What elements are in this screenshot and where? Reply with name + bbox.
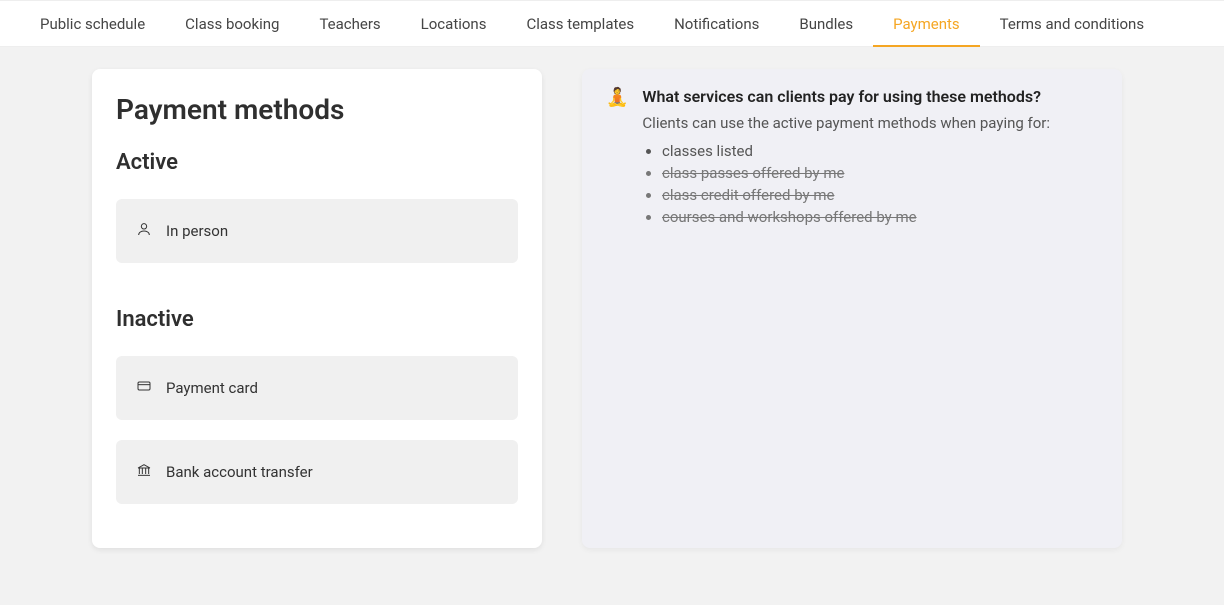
active-heading: Active bbox=[116, 150, 518, 175]
card-icon bbox=[136, 378, 152, 398]
tab-public-schedule[interactable]: Public schedule bbox=[20, 1, 165, 46]
info-list: classes listedclass passes offered by me… bbox=[606, 140, 1098, 228]
bank-icon bbox=[136, 462, 152, 482]
payment-method-bank-account-transfer[interactable]: Bank account transfer bbox=[116, 440, 518, 504]
info-list-item: classes listed bbox=[662, 140, 1098, 162]
info-emoji-icon: 🧘 bbox=[606, 87, 628, 109]
person-icon bbox=[136, 221, 152, 241]
payment-method-label: Payment card bbox=[166, 379, 258, 397]
tab-class-templates[interactable]: Class templates bbox=[506, 1, 654, 46]
payment-method-label: Bank account transfer bbox=[166, 463, 313, 481]
content-area: Payment methods Active In person Inactiv… bbox=[0, 47, 1224, 570]
tab-class-booking[interactable]: Class booking bbox=[165, 1, 299, 46]
tab-label: Terms and conditions bbox=[1000, 15, 1144, 33]
payment-methods-card: Payment methods Active In person Inactiv… bbox=[92, 69, 542, 548]
tab-label: Locations bbox=[421, 15, 487, 33]
tab-label: Class booking bbox=[185, 15, 279, 33]
tab-label: Bundles bbox=[799, 15, 853, 33]
info-title: What services can clients pay for using … bbox=[642, 87, 1050, 106]
tab-locations[interactable]: Locations bbox=[401, 1, 507, 46]
tab-teachers[interactable]: Teachers bbox=[299, 1, 400, 46]
tab-bar: Public schedule Class booking Teachers Loca… bbox=[0, 0, 1224, 47]
tab-label: Payments bbox=[893, 15, 960, 33]
tab-label: Teachers bbox=[319, 15, 380, 33]
tab-label: Notifications bbox=[674, 15, 759, 33]
payment-method-payment-card[interactable]: Payment card bbox=[116, 356, 518, 420]
info-list-item: class credit offered by me bbox=[662, 184, 1098, 206]
tab-notifications[interactable]: Notifications bbox=[654, 1, 779, 46]
info-box: 🧘 What services can clients pay for usin… bbox=[582, 69, 1122, 548]
inactive-heading: Inactive bbox=[116, 307, 518, 332]
tab-label: Class templates bbox=[526, 15, 634, 33]
info-subtitle: Clients can use the active payment metho… bbox=[642, 114, 1050, 132]
info-list-item: courses and workshops offered by me bbox=[662, 206, 1098, 228]
tab-terms-and-conditions[interactable]: Terms and conditions bbox=[980, 1, 1164, 46]
payment-method-label: In person bbox=[166, 222, 228, 240]
info-list-item: class passes offered by me bbox=[662, 162, 1098, 184]
tab-payments[interactable]: Payments bbox=[873, 1, 980, 46]
payment-method-in-person[interactable]: In person bbox=[116, 199, 518, 263]
page-title: Payment methods bbox=[116, 93, 518, 126]
tab-bundles[interactable]: Bundles bbox=[779, 1, 873, 46]
tab-label: Public schedule bbox=[40, 15, 145, 33]
